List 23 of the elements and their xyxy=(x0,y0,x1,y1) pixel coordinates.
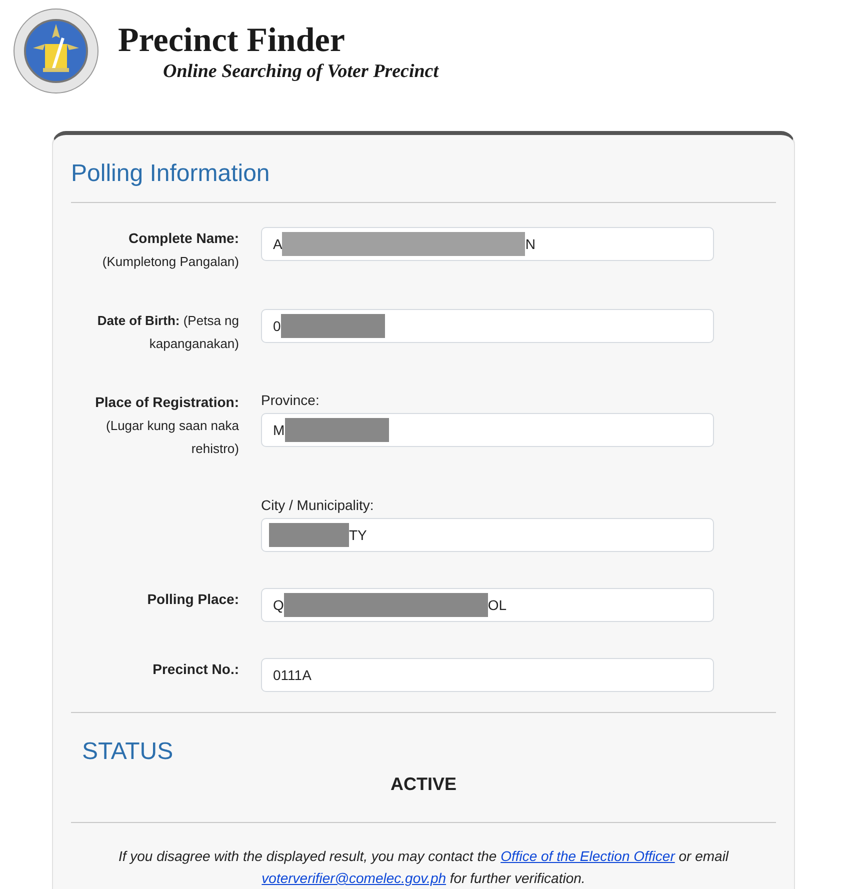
section-heading: Polling Information xyxy=(71,159,270,189)
email-link[interactable]: voterverifier@comelec.gov.ph xyxy=(262,870,446,886)
input-field[interactable]: 0111A xyxy=(261,658,714,692)
page-title: Precinct Finder xyxy=(118,22,345,60)
field-caption: Province: xyxy=(261,391,320,409)
field-sublabel: (Kumpletong Pangalan) xyxy=(102,254,239,269)
input-field[interactable]: TY xyxy=(261,518,714,552)
status-heading: STATUS xyxy=(82,737,174,767)
page-subtitle: Online Searching of Voter Precinct xyxy=(163,60,439,84)
input-field[interactable]: Q OL xyxy=(261,588,714,622)
input-field[interactable]: 0 xyxy=(261,309,714,343)
field-label: Place of Registration: xyxy=(95,394,239,410)
field-sublabel: (Lugar kung saan naka rehistro) xyxy=(106,418,239,456)
officer-link[interactable]: Office of the Election Officer xyxy=(500,848,675,864)
field-label: Date of Birth: (Petsa ng kapanganakan) xyxy=(97,313,239,351)
field-label: Precinct No.: xyxy=(152,661,239,677)
field-caption: City / Municipality: xyxy=(261,496,374,514)
status-value: ACTIVE xyxy=(390,774,456,794)
input-field[interactable]: A N xyxy=(261,227,714,261)
field-label: Polling Place: xyxy=(147,591,239,607)
field-label: Complete Name: xyxy=(128,230,239,246)
disclaimer-text: If you disagree with the displayed result, you may contact the Office of the Election Officer or email voterverifier@comelec.gov.ph for further verification. xyxy=(117,847,730,888)
input-field[interactable]: M xyxy=(261,413,714,447)
